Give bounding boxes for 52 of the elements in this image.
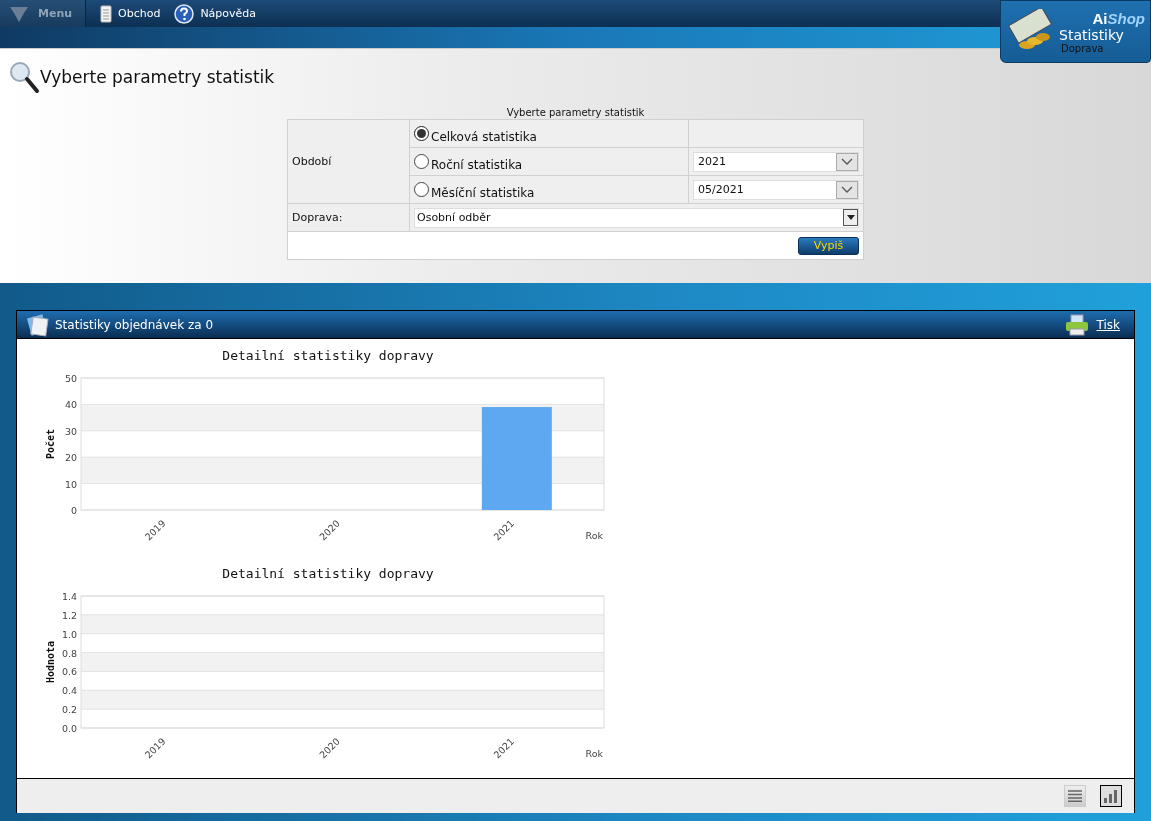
list-icon <box>1068 790 1082 802</box>
search-icon <box>8 60 40 94</box>
y-axis-title: Hodnota <box>45 640 56 684</box>
y-tick-label: 0.4 <box>61 685 77 697</box>
help-icon <box>174 3 195 24</box>
bar-chart-icon <box>1104 789 1118 803</box>
y-tick-label: 20 <box>64 452 77 464</box>
chart-title: Detailní statistiky dopravy <box>222 566 434 581</box>
y-tick-label: 30 <box>64 425 77 437</box>
chart-view-button[interactable] <box>1100 785 1122 807</box>
y-axis-title: Počet <box>45 428 56 460</box>
printer-icon[interactable] <box>1064 313 1089 336</box>
transport-label: Doprava: <box>292 211 343 224</box>
x-axis-title: Rok <box>585 748 603 759</box>
radio-button[interactable] <box>414 126 429 141</box>
submit-button[interactable]: Vypiš <box>798 236 859 255</box>
y-tick-label: 0 <box>70 505 77 516</box>
chart-title: Detailní statistiky dopravy <box>222 348 434 363</box>
y-tick-label: 40 <box>64 399 77 411</box>
y-tick-label: 0.0 <box>61 723 77 734</box>
menu-button[interactable]: Menu <box>0 0 86 27</box>
panel-title: Statistiky objednávek za 0 <box>55 317 214 332</box>
chevron-icon <box>841 185 853 194</box>
y-tick-label: 0.8 <box>61 647 77 659</box>
y-tick-label: 0.2 <box>61 704 77 716</box>
shop-link[interactable]: Obchod <box>100 4 161 23</box>
section-title: Statistiky <box>1059 26 1124 43</box>
y-tick-label: 1.4 <box>61 591 77 602</box>
y-tick-label: 1.0 <box>61 628 77 640</box>
section-subtitle: Doprava <box>1061 42 1104 54</box>
chevron-icon <box>841 157 853 166</box>
x-axis-title: Rok <box>585 530 603 541</box>
print-link[interactable]: Tisk <box>1096 317 1120 332</box>
page-title: Vyberte parametry statistik <box>40 67 275 87</box>
dropdown-arrow-icon <box>846 215 855 220</box>
list-view-button[interactable] <box>1064 785 1086 807</box>
help-link[interactable]: Nápověda <box>174 3 257 24</box>
notes-icon <box>25 312 51 337</box>
document-icon <box>100 4 112 23</box>
transport-dropdown[interactable]: Osobní odběr <box>414 207 859 228</box>
form-caption: Vyberte parametry statistik <box>505 107 646 119</box>
menu-logo-icon <box>8 4 30 23</box>
y-tick-label: 50 <box>64 373 77 384</box>
radio-button[interactable] <box>414 182 429 197</box>
y-tick-label: 1.2 <box>61 609 77 621</box>
dropdown-field[interactable]: 2021 <box>693 151 859 172</box>
brand-name: AiShop <box>1092 9 1145 27</box>
radio-button[interactable] <box>414 154 429 169</box>
y-tick-label: 10 <box>64 478 77 490</box>
period-label: Období <box>292 155 332 168</box>
dropdown-field[interactable]: 05/2021 <box>693 179 859 200</box>
y-tick-label: 0.6 <box>61 666 77 678</box>
